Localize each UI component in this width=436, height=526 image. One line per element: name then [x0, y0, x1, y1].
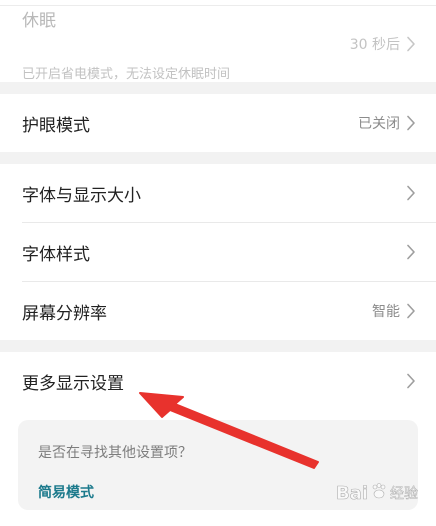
sleep-setting-value: 30 秒后 [349, 37, 400, 53]
more-display-settings-item[interactable]: 更多显示设置 [0, 352, 436, 410]
chevron-right-icon [406, 303, 416, 319]
font-display-size-right [406, 164, 416, 222]
eye-comfort-setting-right: 已关闭 [358, 94, 416, 152]
sleep-setting-label: 休眠 [22, 11, 56, 31]
eye-comfort-group: 护眼模式 已关闭 [0, 94, 436, 152]
watermark-brand: Bai [335, 482, 369, 504]
section-gap [0, 152, 436, 164]
section-gap [0, 82, 436, 94]
eye-comfort-setting-item[interactable]: 护眼模式 已关闭 [0, 94, 436, 152]
font-display-size-setting-item[interactable]: 字体与显示大小 [0, 164, 436, 222]
font-style-label: 字体样式 [22, 244, 90, 265]
eye-comfort-setting-label: 护眼模式 [22, 115, 90, 136]
chevron-right-icon [406, 36, 416, 52]
baidu-jingyan-watermark: Bai 经验 [335, 482, 419, 504]
font-style-right [406, 223, 416, 281]
font-display-group: 字体与显示大小 字体样式 屏幕分辨率 智能 [0, 164, 436, 340]
sleep-setting-subtitle: 已开启省电模式，无法设定休眠时间 [22, 67, 231, 82]
more-display-settings-right [406, 352, 416, 410]
resolution-right: 智能 [372, 282, 416, 340]
baidu-paw-icon [370, 482, 388, 504]
resolution-label: 屏幕分辨率 [22, 303, 107, 324]
more-display-settings-label: 更多显示设置 [22, 373, 124, 394]
resolution-value: 智能 [372, 304, 400, 320]
font-style-setting-item[interactable]: 字体样式 [0, 223, 436, 281]
chevron-right-icon [406, 115, 416, 131]
watermark-suffix: 经验 [390, 486, 419, 503]
font-display-size-label: 字体与显示大小 [22, 185, 141, 206]
chevron-right-icon [406, 373, 416, 389]
resolution-setting-item[interactable]: 屏幕分辨率 智能 [0, 282, 436, 340]
suggestion-card-wrap: 是否在寻找其他设置项？ 简易模式 [0, 410, 436, 526]
eye-comfort-setting-value: 已关闭 [358, 116, 400, 132]
chevron-right-icon [406, 185, 416, 201]
sleep-group: 休眠 已开启省电模式，无法设定休眠时间 30 秒后 [0, 6, 436, 82]
suggestion-question: 是否在寻找其他设置项？ [38, 445, 192, 461]
display-settings-screen: 休眠 已开启省电模式，无法设定休眠时间 30 秒后 护眼模式 已关闭 字体与显示… [0, 0, 436, 526]
chevron-right-icon [406, 244, 416, 260]
section-gap [0, 340, 436, 352]
sleep-setting-item[interactable]: 休眠 已开启省电模式，无法设定休眠时间 30 秒后 [0, 6, 436, 82]
sleep-setting-right: 30 秒后 [350, 6, 416, 82]
